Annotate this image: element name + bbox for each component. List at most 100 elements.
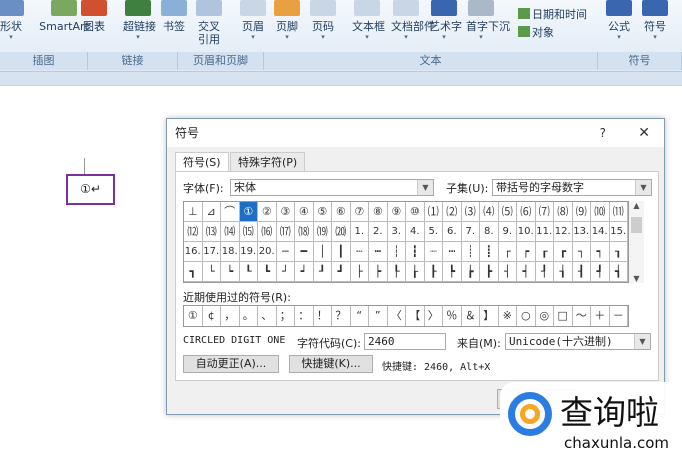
ribbon-button[interactable]: 页眉 ▾	[238, 0, 268, 41]
font-select[interactable]: 宋体 ▼	[230, 179, 434, 196]
symbol-cell[interactable]: 11.	[535, 222, 554, 242]
symbol-cell[interactable]: 15.	[609, 222, 628, 242]
ribbon-button[interactable]: 超链接 ▾	[123, 0, 156, 41]
subset-select[interactable]: 带括号的字母数字 ▼	[492, 179, 652, 196]
symbol-cell[interactable]: ┚	[313, 262, 332, 282]
symbol-cell[interactable]: 13.	[572, 222, 591, 242]
symbol-cell[interactable]: 19.	[239, 242, 258, 262]
symbol-cell[interactable]: ⒄	[276, 222, 295, 242]
symbol-cell[interactable]: ┡	[443, 262, 462, 282]
ribbon-small-button[interactable]: 日期和时间	[518, 6, 587, 22]
symbol-cell[interactable]: ┆	[387, 242, 406, 262]
symbol-cell[interactable]: ┪	[609, 262, 628, 282]
symbol-cell[interactable]: ②	[258, 202, 277, 222]
symbol-cell[interactable]: ┌	[498, 242, 517, 262]
selected-text-box[interactable]: ①↵	[66, 174, 115, 205]
ribbon-button[interactable]: 文本框 ▾	[352, 0, 385, 41]
symbol-cell[interactable]: ┄	[350, 242, 369, 262]
symbol-cell[interactable]: ┛	[332, 262, 351, 282]
autocorrect-button[interactable]: 自动更正(A)...	[183, 355, 279, 373]
recent-symbol-cell[interactable]: ：	[295, 306, 314, 326]
symbol-cell[interactable]: ⑹	[517, 202, 536, 222]
symbol-cell[interactable]: ┙	[295, 262, 314, 282]
symbol-cell[interactable]: ─	[276, 242, 295, 262]
recent-symbol-cell[interactable]: ＆	[462, 306, 480, 326]
symbol-cell[interactable]: │	[313, 242, 332, 262]
symbol-cell[interactable]: ┖	[239, 262, 258, 282]
symbol-cell[interactable]: ┠	[424, 262, 443, 282]
symbol-cell[interactable]: ⑻	[554, 202, 573, 222]
symbol-cell[interactable]: ⌒	[221, 202, 240, 222]
symbol-cell[interactable]: ┩	[591, 262, 610, 282]
recent-symbol-cell[interactable]: 、	[258, 306, 277, 326]
chevron-down-icon[interactable]: ▼	[635, 180, 651, 195]
symbol-cell[interactable]: ┧	[554, 262, 573, 282]
ribbon-button[interactable]: 页码 ▾	[308, 0, 338, 41]
help-button[interactable]: ?	[600, 119, 606, 147]
ribbon-button[interactable]: 书签	[159, 0, 189, 33]
recent-symbol-cell[interactable]: 。	[240, 306, 258, 326]
symbol-cell[interactable]: ┃	[332, 242, 351, 262]
close-button[interactable]: ✕	[638, 119, 650, 147]
ribbon-button[interactable]: 首字下沉 ▾	[466, 0, 510, 41]
recent-symbol-cell[interactable]: ①	[184, 306, 203, 326]
recent-symbol-cell[interactable]: 〉	[425, 306, 443, 326]
symbol-cell[interactable]: 8.	[480, 222, 499, 242]
recent-symbol-cell[interactable]: ％	[443, 306, 462, 326]
char-code-input[interactable]: 2460	[364, 333, 446, 350]
symbol-cell[interactable]: ⑥	[332, 202, 351, 222]
symbol-cell[interactable]: ⒂	[239, 222, 258, 242]
ribbon-button[interactable]: 符号 ▾	[640, 0, 670, 41]
symbol-cell[interactable]: 14.	[591, 222, 610, 242]
symbol-cell[interactable]: ⑴	[424, 202, 443, 222]
symbol-cell[interactable]: ┏	[554, 242, 573, 262]
symbol-cell[interactable]: └	[202, 262, 221, 282]
recent-symbol-cell[interactable]: ？	[332, 306, 351, 326]
symbol-cell[interactable]: ┞	[387, 262, 406, 282]
recent-symbol-cell[interactable]: ～	[573, 306, 591, 326]
symbol-cell[interactable]: ⑶	[461, 202, 480, 222]
symbol-cell[interactable]: ┘	[276, 262, 295, 282]
symbol-cell[interactable]: 20.	[258, 242, 277, 262]
recent-symbol-cell[interactable]: 【	[406, 306, 425, 326]
symbol-cell[interactable]: ┉	[443, 242, 462, 262]
symbol-cell[interactable]: ┍	[517, 242, 536, 262]
symbol-cell[interactable]: ⑾	[609, 202, 628, 222]
symbol-cell[interactable]: ⑽	[591, 202, 610, 222]
symbol-cell[interactable]: ┤	[498, 262, 517, 282]
symbol-cell[interactable]: 3.	[387, 222, 406, 242]
symbol-cell[interactable]: ⒀	[202, 222, 221, 242]
symbol-cell[interactable]: ⑺	[535, 202, 554, 222]
symbol-cell[interactable]: ⑧	[369, 202, 388, 222]
recent-symbol-cell[interactable]: □	[554, 306, 573, 326]
symbol-cell[interactable]: ⑷	[480, 202, 499, 222]
symbol-cell[interactable]: ├	[350, 262, 369, 282]
ribbon-button[interactable]: 页脚 ▾	[272, 0, 302, 41]
symbol-cell[interactable]: ┨	[572, 262, 591, 282]
symbol-cell[interactable]: ⑨	[387, 202, 406, 222]
symbol-cell[interactable]: ┕	[221, 262, 240, 282]
ribbon-button[interactable]: 形状 ▾	[0, 0, 26, 41]
ribbon-small-button[interactable]: 对象	[518, 24, 554, 40]
from-select[interactable]: Unicode(十六进制) ▼	[505, 333, 651, 350]
symbol-cell[interactable]: ┓	[184, 262, 203, 282]
ribbon-button[interactable]: 文档部件 ▾	[391, 0, 435, 41]
symbol-cell[interactable]: 9.	[498, 222, 517, 242]
symbol-cell[interactable]: ┋	[480, 242, 499, 262]
symbol-cell[interactable]: 5.	[424, 222, 443, 242]
recent-symbol-cell[interactable]: ○	[517, 306, 536, 326]
symbol-cell[interactable]: ┎	[535, 242, 554, 262]
tab-special-characters[interactable]: 特殊字符(P)	[230, 152, 306, 171]
chevron-down-icon[interactable]: ▼	[417, 180, 433, 195]
symbol-cell[interactable]: ⒅	[295, 222, 314, 242]
symbol-cell[interactable]: 2.	[369, 222, 388, 242]
symbol-cell[interactable]: 7.	[461, 222, 480, 242]
symbol-cell[interactable]: ①	[239, 202, 258, 222]
tab-symbols[interactable]: 符号(S)	[175, 152, 229, 172]
ribbon-button[interactable]: 图表	[79, 0, 109, 33]
symbol-cell[interactable]: ┐	[572, 242, 591, 262]
ribbon-button[interactable]: 公式 ▾	[604, 0, 634, 41]
recent-symbol-cell[interactable]: ”	[369, 306, 388, 326]
symbol-cell[interactable]: ━	[295, 242, 314, 262]
symbol-cell[interactable]: ⒆	[313, 222, 332, 242]
